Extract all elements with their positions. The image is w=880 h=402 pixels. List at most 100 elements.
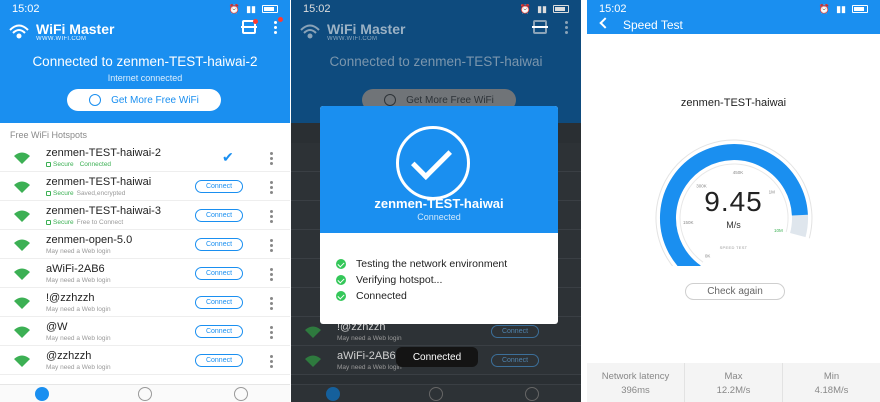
hotspot-row[interactable]: zenmen-TEST-haiwai-3 Secure Free to Conn… [0, 201, 290, 230]
connection-steps: Testing the network environment Verifyin… [336, 256, 507, 304]
success-check-icon [396, 126, 470, 200]
hotspot-row[interactable]: aWiFi-2AB6 May need a Web login Connect [0, 259, 290, 288]
lock-icon [46, 220, 51, 225]
wifi-signal-icon [14, 297, 30, 309]
step-item: Verifying hotspot... [336, 272, 507, 288]
connect-button[interactable]: Connect [195, 180, 243, 193]
connect-button[interactable]: Connect [195, 296, 243, 309]
connecting-screen: 15:02 ⏰ ▮▮ WiFi Master WWW.WIFI.COM Conn… [291, 0, 581, 402]
connect-button[interactable]: Connect [195, 238, 243, 251]
tab-connect-icon[interactable] [35, 387, 49, 401]
speed-stats: Network latency 396ms Max 12.2M/s Min 4.… [587, 363, 880, 402]
speed-test-header: 15:02 ⏰ ▮▮ Speed Test [587, 0, 880, 34]
hotspot-name: zenmen-TEST-haiwai-3 [46, 205, 161, 217]
hotspot-row[interactable]: zenmen-TEST-haiwai Secure Saved,encrypte… [0, 172, 290, 201]
bottom-tab-bar [0, 384, 290, 402]
connect-button[interactable]: Connect [195, 354, 243, 367]
step-item: Testing the network environment [336, 256, 507, 272]
wifi-signal-icon [14, 181, 30, 193]
connect-button[interactable]: Connect [491, 325, 539, 338]
more-menu-icon[interactable] [274, 16, 283, 34]
tested-ssid: zenmen-TEST-haiwai [680, 97, 787, 109]
lock-icon [46, 191, 51, 196]
wifi-signal-icon [14, 268, 30, 280]
hotspot-name: zenmen-TEST-haiwai-2 [46, 147, 161, 159]
status-bar: 15:02 ⏰ ▮▮ [291, 0, 581, 18]
connecting-dialog: zenmen-TEST-haiwai Connected Testing the… [320, 106, 558, 324]
signal-icon: ▮▮ [246, 3, 256, 14]
hotspot-state: May need a Web login [46, 306, 111, 313]
hotspot-state: Connected [79, 161, 112, 168]
tab-discover-icon[interactable] [429, 387, 443, 401]
connect-button[interactable]: Connect [491, 354, 539, 367]
wifi-signal-icon [305, 355, 321, 367]
row-more-icon[interactable] [270, 355, 274, 368]
scan-icon[interactable] [241, 19, 258, 34]
hotspot-name: aWiFi-2AB6 [337, 350, 396, 362]
stat-latency: Network latency 396ms [587, 363, 685, 402]
hotspot-row[interactable]: @zzhzzh May need a Web login Connect [0, 346, 290, 375]
tab-connect-icon[interactable] [326, 387, 340, 401]
hotspot-list: zenmen-TEST-haiwai-2 Secure Connected ✔ … [0, 143, 290, 375]
alarm-icon: ⏰ [519, 3, 532, 14]
status-bar: 15:02 ⏰ ▮▮ [0, 0, 290, 18]
hotspot-row[interactable]: zenmen-TEST-haiwai-2 Secure Connected ✔ [0, 143, 290, 172]
row-more-icon[interactable] [270, 297, 274, 310]
row-more-icon[interactable] [270, 152, 274, 165]
row-more-icon[interactable] [270, 326, 274, 339]
check-again-button[interactable]: Check again [685, 283, 785, 300]
hotspot-name: @zzhzzh [46, 350, 92, 362]
hotspot-row[interactable]: @W May need a Web login Connect [0, 317, 290, 346]
wifi-signal-icon [14, 239, 30, 251]
dimmed-header: 15:02 ⏰ ▮▮ WiFi Master WWW.WIFI.COM Conn… [291, 0, 581, 123]
tab-more-icon[interactable] [234, 387, 248, 401]
home-header: 15:02 ⏰ ▮▮ WiFi Master WWW.WIFI.COM Conn… [0, 0, 290, 123]
toast-message: Connected [396, 347, 478, 367]
home-screen: 15:02 ⏰ ▮▮ WiFi Master WWW.WIFI.COM Conn… [0, 0, 290, 402]
tab-more-icon[interactable] [525, 387, 539, 401]
more-menu-icon[interactable] [565, 20, 569, 34]
hotspot-row[interactable]: zenmen-open-5.0 May need a Web login Con… [0, 230, 290, 259]
get-more-wifi-button[interactable]: Get More Free WiFi [67, 89, 221, 111]
connect-button[interactable]: Connect [195, 267, 243, 280]
hotspot-name: @W [46, 321, 68, 333]
connect-button[interactable]: Connect [195, 325, 243, 338]
section-label: Free WiFi Hotspots [10, 130, 88, 140]
app-name: WiFi Master [327, 21, 406, 37]
search-wifi-icon [384, 94, 397, 106]
connect-button[interactable]: Connect [195, 209, 243, 222]
hotspot-state: May need a Web login [46, 364, 111, 371]
done-check-icon [336, 291, 346, 301]
brand: WiFi Master WWW.WIFI.COM [8, 22, 114, 42]
signal-icon: ▮▮ [836, 3, 846, 14]
speed-value: 9.45 [704, 186, 763, 217]
gauge-caption: SPEED TEST [719, 245, 748, 250]
tab-discover-icon[interactable] [138, 387, 152, 401]
search-wifi-icon [89, 94, 102, 106]
status-time: 15:02 [12, 3, 40, 15]
wifi-logo-icon [9, 24, 29, 39]
hotspot-name: zenmen-open-5.0 [46, 234, 133, 246]
hotspot-state: Free to Connect [76, 219, 124, 226]
app-name: WiFi Master [36, 21, 115, 37]
scan-icon[interactable] [532, 20, 548, 34]
hotspot-state: May need a Web login [46, 277, 111, 284]
step-item: Connected [336, 288, 507, 304]
connection-title: Connected to zenmen-TEST-haiwai-2 [32, 54, 258, 69]
battery-icon [262, 5, 278, 13]
wifi-signal-icon [14, 152, 30, 164]
back-arrow-icon[interactable] [599, 17, 611, 29]
done-check-icon [336, 259, 346, 269]
row-more-icon[interactable] [270, 181, 274, 194]
row-more-icon[interactable] [270, 210, 274, 223]
gauge-tick-label: 450K [733, 170, 744, 175]
dialog-status: Connected [417, 212, 461, 222]
row-more-icon[interactable] [270, 239, 274, 252]
dialog-ssid: zenmen-TEST-haiwai [374, 196, 504, 211]
row-more-icon[interactable] [270, 268, 274, 281]
wifi-logo-icon [300, 24, 320, 39]
hotspot-row[interactable]: !@zzhzzh May need a Web login Connect [0, 288, 290, 317]
notification-dot [253, 19, 258, 24]
hotspot-state: Saved,encrypted [76, 190, 126, 197]
hotspot-state: May need a Web login [46, 248, 111, 255]
